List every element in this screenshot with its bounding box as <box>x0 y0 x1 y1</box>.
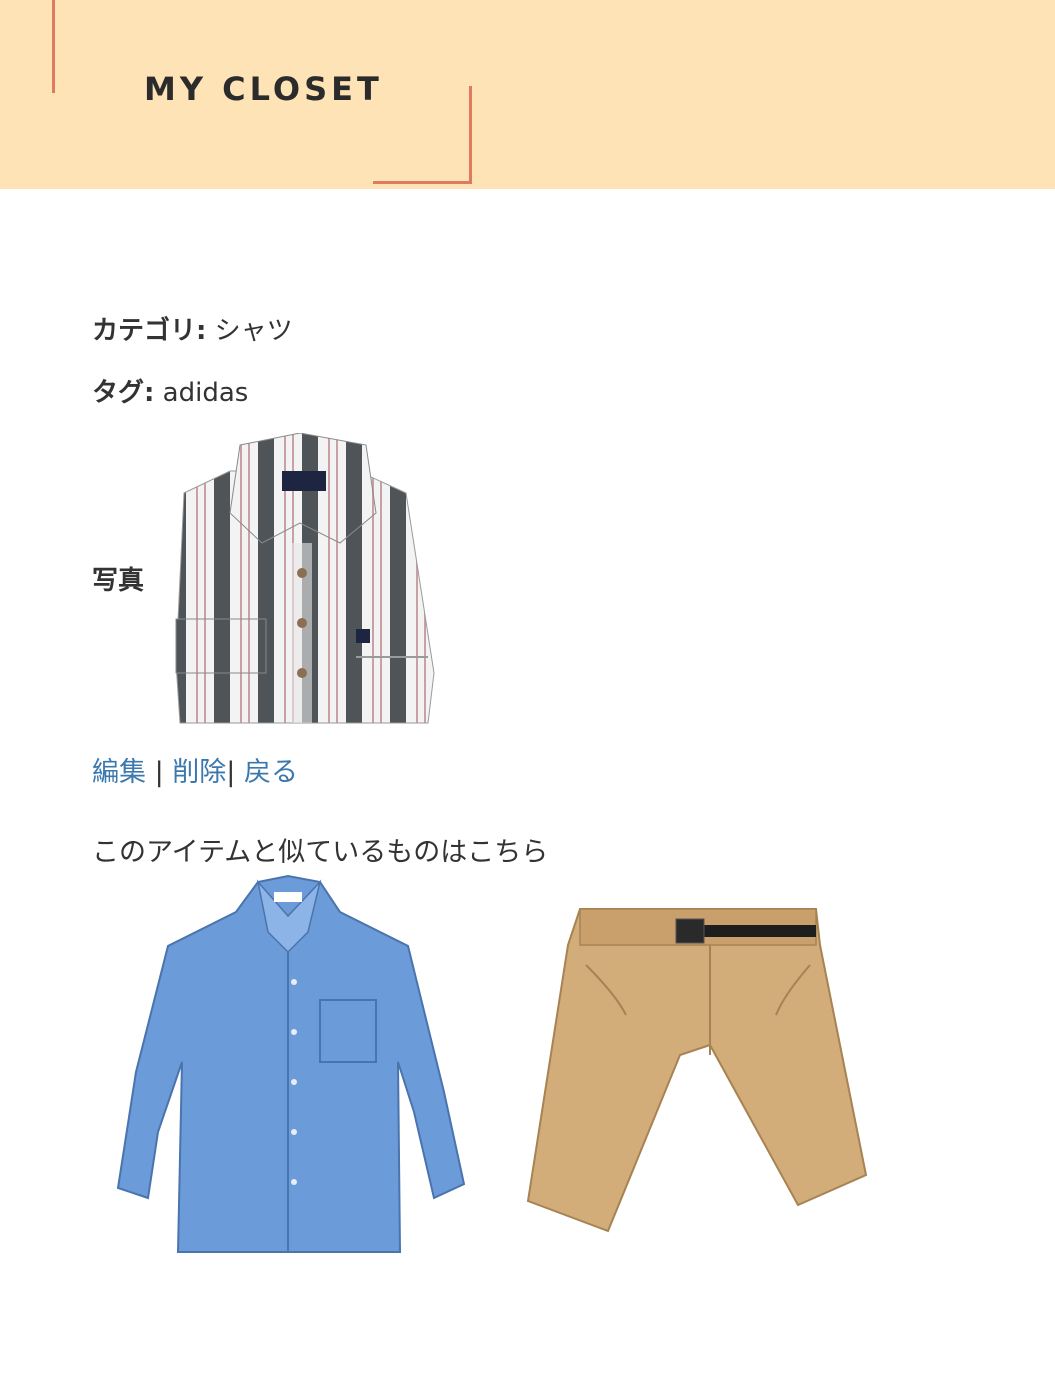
page-header: MY CLOSET <box>0 0 1055 189</box>
back-link[interactable]: 戻る <box>244 757 298 788</box>
category-label: カテゴリ: <box>92 316 207 346</box>
item-actions: 編集 | 削除| 戻る <box>92 750 298 789</box>
logo-bracket-left <box>52 0 55 93</box>
striped-shirt-photo <box>175 433 435 724</box>
edit-link[interactable]: 編集 <box>92 757 146 788</box>
khaki-shorts-icon[interactable] <box>526 905 872 1235</box>
logo-bracket-right <box>469 86 472 184</box>
site-logo[interactable]: MY CLOSET <box>144 70 383 108</box>
blue-shirt-icon[interactable] <box>108 872 468 1266</box>
category-value: シャツ <box>214 316 293 346</box>
photo-label: 写真 <box>92 566 145 596</box>
tag-label: タグ: <box>92 378 155 408</box>
logo-bracket-bottom <box>373 181 472 184</box>
similar-items-title: このアイテムと似ているものはこちら <box>92 837 549 868</box>
tag-value: adidas <box>162 378 249 408</box>
delete-link[interactable]: 削除 <box>172 757 226 788</box>
actions-separator: | <box>146 757 173 788</box>
category-row: カテゴリ: シャツ <box>92 310 293 347</box>
actions-separator: | <box>226 757 244 788</box>
tag-row: タグ: adidas <box>92 372 248 409</box>
